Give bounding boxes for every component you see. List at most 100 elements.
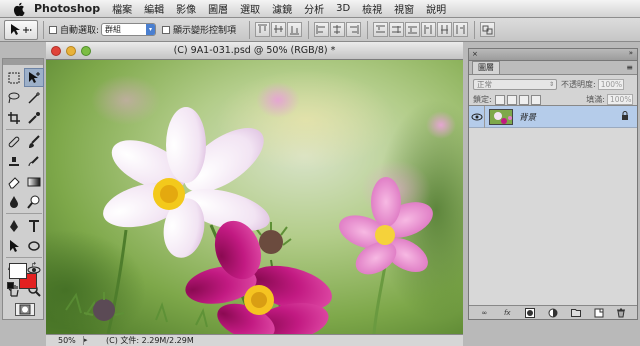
options-bar: 自動選取: 群組 ▾ 顯示變形控制項 (0, 18, 640, 42)
crop-tool-icon[interactable] (4, 108, 24, 127)
history-brush-tool-icon[interactable] (24, 152, 44, 171)
panel-close-icon[interactable]: × (472, 50, 478, 58)
healing-brush-tool-icon[interactable] (4, 132, 24, 151)
zoom-level-field[interactable]: 50% (46, 336, 84, 345)
dodge-tool-icon[interactable] (24, 192, 44, 211)
menu-select[interactable]: 選取 (240, 1, 260, 16)
menu-help[interactable]: 說明 (426, 1, 446, 16)
menu-filter[interactable]: 濾鏡 (272, 1, 292, 16)
lock-all-icon[interactable] (530, 94, 541, 105)
color-swatches: ↱ (7, 261, 41, 291)
dropdown-arrow-icon: ▾ (146, 24, 156, 35)
divider (43, 20, 44, 39)
default-colors-icon[interactable] (7, 282, 14, 289)
pen-tool-icon[interactable] (4, 216, 24, 235)
menu-window[interactable]: 視窗 (394, 1, 414, 16)
menu-3d[interactable]: 3D (336, 3, 350, 14)
apple-menu-icon[interactable] (12, 2, 26, 16)
panel-menu-icon[interactable]: ≡ (626, 63, 633, 72)
lock-transparent-icon[interactable] (494, 94, 505, 105)
auto-align-button[interactable] (480, 22, 496, 37)
blur-tool-icon[interactable] (4, 192, 24, 211)
menu-bar: Photoshop 檔案 編輯 影像 圖層 選取 濾鏡 分析 3D 檢視 視窗 … (0, 0, 640, 18)
marquee-tool-icon[interactable] (4, 68, 24, 87)
new-layer-icon[interactable] (594, 308, 604, 318)
fill-input[interactable]: 100% (607, 94, 633, 105)
distribute-bottom-button[interactable] (405, 22, 421, 37)
distribute-hcenter-button[interactable] (437, 22, 453, 37)
layers-panel: × » 圖層 ≡ 正常 ⇕ 不透明度: 100% 鎖定: 填滿: 100% 背景 … (468, 48, 638, 320)
distribute-right-button[interactable] (453, 22, 469, 37)
lasso-tool-icon[interactable] (4, 88, 24, 107)
align-hcenter-button[interactable] (330, 22, 346, 37)
eraser-tool-icon[interactable] (4, 172, 24, 191)
opacity-label: 不透明度: (561, 80, 596, 89)
auto-select-dropdown[interactable]: 群組 ▾ (101, 23, 157, 36)
path-selection-tool-icon[interactable] (4, 236, 24, 255)
distribute-left-button[interactable] (421, 22, 437, 37)
eye-icon[interactable] (469, 105, 485, 128)
layers-panel-footer: ∞ fx (469, 305, 637, 319)
gradient-tool-icon[interactable] (24, 172, 44, 191)
brush-tool-icon[interactable] (24, 132, 44, 151)
show-transform-label: 顯示變形控制項 (173, 26, 237, 36)
magic-wand-tool-icon[interactable] (24, 88, 44, 107)
shape-tool-icon[interactable] (24, 236, 44, 255)
tab-layers[interactable]: 圖層 (472, 61, 500, 74)
app-menu[interactable]: Photoshop (34, 2, 100, 15)
blend-mode-dropdown[interactable]: 正常 ⇕ (473, 79, 557, 90)
menu-analysis[interactable]: 分析 (304, 1, 324, 16)
eyedropper-tool-icon[interactable] (24, 108, 44, 127)
divider (308, 20, 310, 39)
flower-photo (46, 60, 463, 334)
document-window: (C) 9A1-031.psd @ 50% (RGB/8) * 50% ▸ (C… (46, 42, 463, 346)
blend-row: 正常 ⇕ 不透明度: 100% (469, 77, 637, 92)
lock-position-icon[interactable] (518, 94, 529, 105)
menu-image[interactable]: 影像 (176, 1, 196, 16)
align-buttons-2 (314, 22, 362, 37)
lock-image-icon[interactable] (506, 94, 517, 105)
swap-colors-icon[interactable]: ↱ (31, 261, 37, 269)
status-menu-arrow-icon[interactable]: ▸ (84, 336, 94, 346)
panel-collapse-icon[interactable]: » (629, 49, 633, 57)
align-left-button[interactable] (314, 22, 330, 37)
adjustment-layer-icon[interactable] (548, 308, 558, 318)
align-right-button[interactable] (346, 22, 362, 37)
panel-header[interactable]: × » (469, 49, 637, 61)
layer-style-icon[interactable]: fx (502, 308, 512, 318)
lock-label: 鎖定: (473, 95, 492, 104)
link-layers-icon[interactable]: ∞ (479, 308, 489, 318)
layer-row[interactable]: 背景 (469, 105, 637, 128)
move-tool-icon[interactable] (24, 68, 44, 87)
type-tool-icon[interactable] (24, 216, 44, 235)
image-canvas[interactable] (46, 60, 463, 334)
align-vcenter-button[interactable] (271, 22, 287, 37)
distribute-vcenter-button[interactable] (389, 22, 405, 37)
show-transform-checkbox[interactable] (162, 25, 171, 34)
document-size-info: (C) 文件: 2.29M/2.29M (106, 336, 194, 345)
new-group-icon[interactable] (570, 308, 581, 318)
align-bottom-button[interactable] (287, 22, 303, 37)
align-top-button[interactable] (255, 22, 271, 37)
layer-name: 背景 (519, 112, 537, 123)
menu-view[interactable]: 檢視 (362, 1, 382, 16)
menu-layer[interactable]: 圖層 (208, 1, 228, 16)
tools-panel: ↱ (2, 58, 44, 320)
tool-preset-picker[interactable] (4, 19, 38, 40)
move-tool-icon (11, 23, 32, 35)
auto-select-label: 自動選取: (60, 26, 100, 36)
document-titlebar[interactable]: (C) 9A1-031.psd @ 50% (RGB/8) * (46, 42, 463, 60)
divider (474, 20, 476, 39)
auto-select-checkbox[interactable] (49, 25, 57, 34)
delete-layer-icon[interactable] (616, 308, 626, 318)
menu-file[interactable]: 檔案 (112, 1, 132, 16)
menu-edit[interactable]: 編輯 (144, 1, 164, 16)
distribute-top-button[interactable] (373, 22, 389, 37)
foreground-color-swatch[interactable] (9, 263, 27, 279)
opacity-input[interactable]: 100% (597, 79, 624, 90)
add-mask-icon[interactable] (525, 307, 536, 318)
lock-icon (621, 110, 629, 123)
quick-mask-button[interactable] (15, 303, 35, 316)
layer-thumbnail (489, 108, 513, 125)
clone-stamp-tool-icon[interactable] (4, 152, 24, 171)
